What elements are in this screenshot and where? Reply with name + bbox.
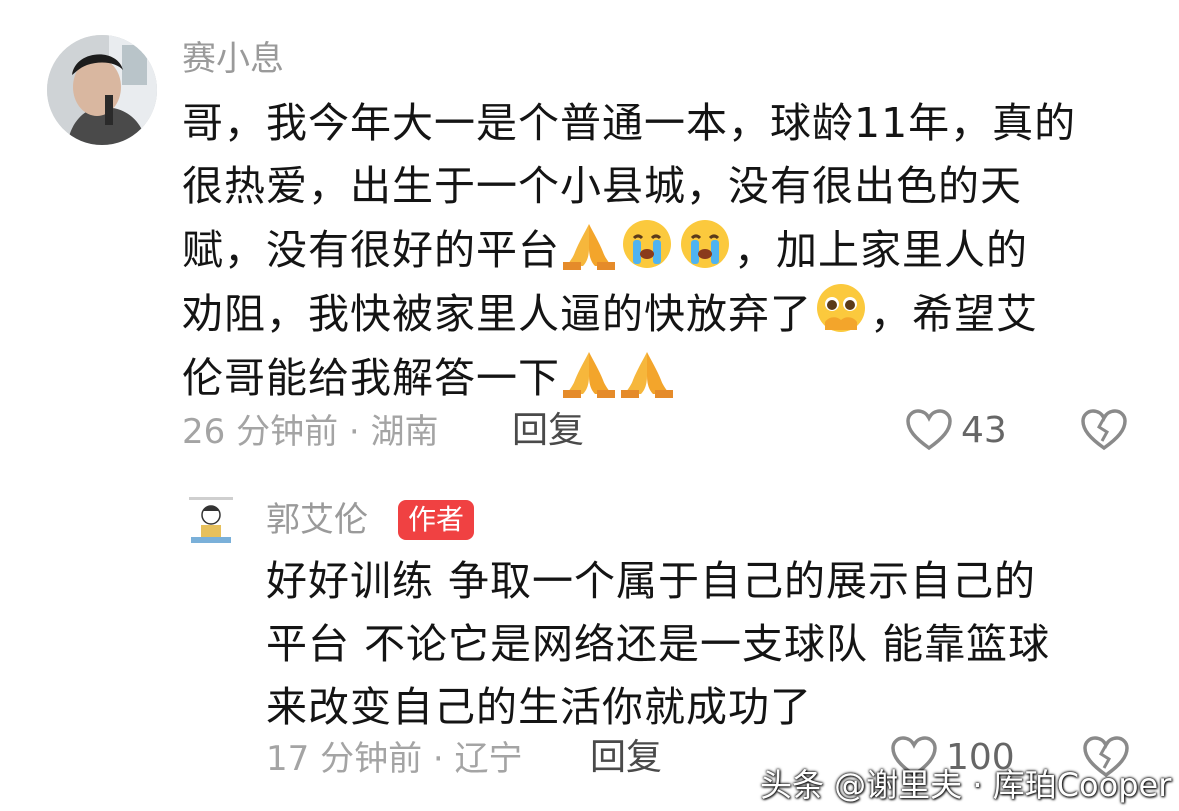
praying-hands-icon: [563, 224, 615, 270]
author-username[interactable]: 郭艾伦: [266, 503, 368, 537]
author-badge: 作者: [398, 500, 475, 541]
commenter-avatar[interactable]: [47, 35, 157, 145]
like-button[interactable]: 43: [905, 408, 1007, 452]
reply-time-location: 17 分钟前 · 辽宁: [266, 739, 523, 779]
comment-line-2: 很热爱，出生于一个小县城，没有很出色的天: [182, 162, 1022, 210]
comment-time-location: 26 分钟前 · 湖南: [182, 412, 439, 452]
author-avatar[interactable]: [183, 495, 239, 551]
reply-line-3: 来改变自己的生活你就成功了: [266, 683, 812, 731]
comment-line-5: 伦哥能给我解答一下: [182, 346, 1142, 410]
crying-face-icon: [681, 220, 729, 268]
reply-to-author-button[interactable]: 回复: [590, 740, 662, 776]
reply-line-2: 平台 不论它是网络还是一支球队 能靠篮球: [266, 620, 1051, 668]
commenter-username[interactable]: 赛小息: [182, 42, 284, 76]
comment-line-3-text-b: ，加上家里人的: [734, 226, 1028, 274]
reply-body: 好好训练 争取一个属于自己的展示自己的 平台 不论它是网络还是一支球队 能靠篮球…: [266, 550, 1146, 739]
heart-icon: [906, 409, 952, 451]
broken-heart-icon[interactable]: [1080, 408, 1128, 452]
crying-face-icon: [623, 220, 671, 268]
reply-button[interactable]: 回复: [512, 413, 584, 449]
comment-body: 哥，我今年大一是个普通一本，球龄11年，真的 很热爱，出生于一个小县城，没有很出…: [182, 92, 1142, 410]
like-count: 43: [961, 409, 1007, 451]
watermark: 头条 @谢里夫 · 库珀Cooper: [760, 766, 1172, 804]
comment-line-4-text: 劝阻，我快被家里人逼的快放弃了: [182, 290, 812, 338]
reply-line-1: 好好训练 争取一个属于自己的展示自己的: [266, 557, 1037, 605]
comment-line-3-text: 赋，没有很好的平台: [182, 226, 560, 274]
comment-line-3: 赋，没有很好的平台 ，加上家里人的: [182, 218, 1142, 282]
praying-hands-icon: [563, 352, 615, 398]
comment-line-5-text: 伦哥能给我解答一下: [182, 354, 560, 402]
comment-line-4: 劝阻，我快被家里人逼的快放弃了 ，希望艾: [182, 282, 1142, 346]
praying-hands-icon: [621, 352, 673, 398]
pleading-face-icon: [817, 284, 865, 332]
comment-line-1: 哥，我今年大一是个普通一本，球龄11年，真的: [182, 99, 1077, 147]
comment-line-4-text-b: ，希望艾: [870, 290, 1038, 338]
